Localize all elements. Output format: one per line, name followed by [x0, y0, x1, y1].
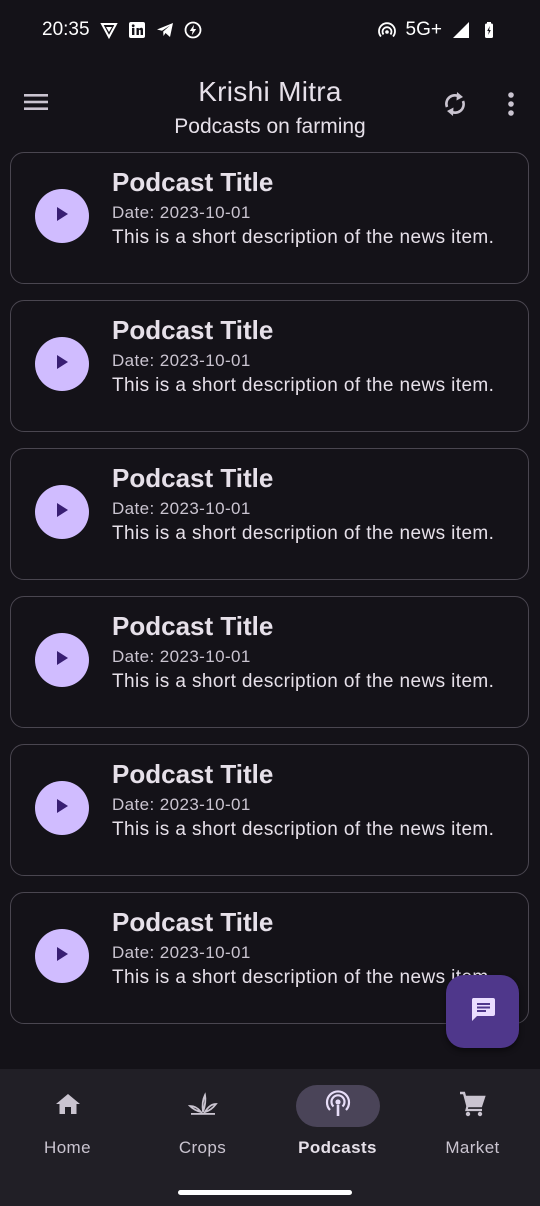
vpn-icon: [99, 21, 118, 40]
cart-icon: [459, 1091, 487, 1122]
nav-indicator: [431, 1085, 515, 1127]
screen: 20:35 5G+ Krishi Mitra Podcasts on farmi…: [0, 0, 540, 1206]
podcast-description: This is a short description of the news …: [112, 523, 495, 544]
nav-label-market: Market: [445, 1138, 500, 1157]
nav-item-crops[interactable]: Crops: [135, 1069, 270, 1169]
podcast-description: This is a short description of the news …: [112, 671, 495, 692]
podcast-list: Podcast Title Date: 2023-10-01 This is a…: [10, 152, 529, 1040]
podcast-date: Date: 2023-10-01: [112, 647, 251, 666]
play-button[interactable]: [35, 337, 89, 391]
chat-fab[interactable]: [446, 975, 519, 1048]
podcast-text: Podcast Title Date: 2023-10-01 This is a…: [112, 907, 512, 989]
play-button[interactable]: [35, 189, 89, 243]
podcast-date: Date: 2023-10-01: [112, 351, 251, 370]
podcast-text: Podcast Title Date: 2023-10-01 This is a…: [112, 167, 512, 249]
play-icon: [55, 502, 69, 523]
podcast-title: Podcast Title: [112, 907, 274, 937]
more-vert-icon: [507, 91, 515, 121]
podcast-title: Podcast Title: [112, 759, 274, 789]
nav-indicator: [161, 1085, 245, 1127]
nav-label-podcasts: Podcasts: [298, 1138, 377, 1157]
status-bar: 20:35 5G+: [0, 0, 540, 60]
podcast-card[interactable]: Podcast Title Date: 2023-10-01 This is a…: [10, 152, 529, 284]
play-icon: [55, 798, 69, 819]
play-button[interactable]: [35, 485, 89, 539]
podcast-description: This is a short description of the news …: [112, 375, 495, 396]
crops-icon: [187, 1091, 218, 1121]
podcast-date: Date: 2023-10-01: [112, 499, 251, 518]
battery-icon: [480, 21, 498, 39]
play-button[interactable]: [35, 781, 89, 835]
podcast-card[interactable]: Podcast Title Date: 2023-10-01 This is a…: [10, 596, 529, 728]
play-icon: [55, 946, 69, 967]
podcast-date: Date: 2023-10-01: [112, 795, 251, 814]
nav-item-market[interactable]: Market: [405, 1069, 540, 1169]
podcast-card[interactable]: Podcast Title Date: 2023-10-01 This is a…: [10, 448, 529, 580]
podcast-text: Podcast Title Date: 2023-10-01 This is a…: [112, 463, 512, 545]
bolt-icon: [184, 21, 202, 39]
bottom-navigation: Home Crops Podcasts Market: [0, 1069, 540, 1206]
nav-indicator: [26, 1085, 110, 1127]
podcast-card[interactable]: Podcast Title Date: 2023-10-01 This is a…: [10, 300, 529, 432]
podcast-card[interactable]: Podcast Title Date: 2023-10-01 This is a…: [10, 744, 529, 876]
podcast-title: Podcast Title: [112, 463, 274, 493]
status-right: 5G+: [377, 19, 498, 41]
network-type: 5G+: [405, 19, 442, 40]
refresh-icon: [442, 89, 468, 124]
podcast-description: This is a short description of the news …: [112, 819, 495, 840]
status-time: 20:35: [42, 19, 90, 40]
play-icon: [55, 354, 69, 375]
hotspot-icon: [377, 21, 396, 39]
podcast-title: Podcast Title: [112, 167, 274, 197]
nav-label-home: Home: [44, 1138, 91, 1157]
app-bar: Krishi Mitra Podcasts on farming: [0, 60, 540, 144]
play-button[interactable]: [35, 929, 89, 983]
gesture-handle[interactable]: [178, 1190, 352, 1195]
telegram-icon: [156, 21, 174, 39]
refresh-button[interactable]: [435, 86, 475, 126]
play-icon: [55, 206, 69, 227]
podcast-title: Podcast Title: [112, 611, 274, 641]
home-icon: [55, 1092, 81, 1121]
podcast-icon: [324, 1089, 352, 1123]
linkedin-icon: [128, 21, 146, 39]
podcast-description: This is a short description of the news …: [112, 227, 495, 248]
nav-label-crops: Crops: [178, 1138, 227, 1157]
podcast-date: Date: 2023-10-01: [112, 943, 251, 962]
status-left: 20:35: [42, 19, 202, 41]
signal-icon: [452, 21, 470, 39]
play-icon: [55, 650, 69, 671]
podcast-text: Podcast Title Date: 2023-10-01 This is a…: [112, 315, 512, 397]
more-options-button[interactable]: [491, 86, 531, 126]
nav-indicator-active: [295, 1085, 380, 1127]
podcast-text: Podcast Title Date: 2023-10-01 This is a…: [112, 759, 512, 841]
nav-item-home[interactable]: Home: [0, 1069, 135, 1169]
chat-icon: [469, 995, 497, 1028]
play-button[interactable]: [35, 633, 89, 687]
nav-item-podcasts[interactable]: Podcasts: [270, 1069, 405, 1169]
podcast-title: Podcast Title: [112, 315, 274, 345]
podcast-date: Date: 2023-10-01: [112, 203, 251, 222]
podcast-text: Podcast Title Date: 2023-10-01 This is a…: [112, 611, 512, 693]
